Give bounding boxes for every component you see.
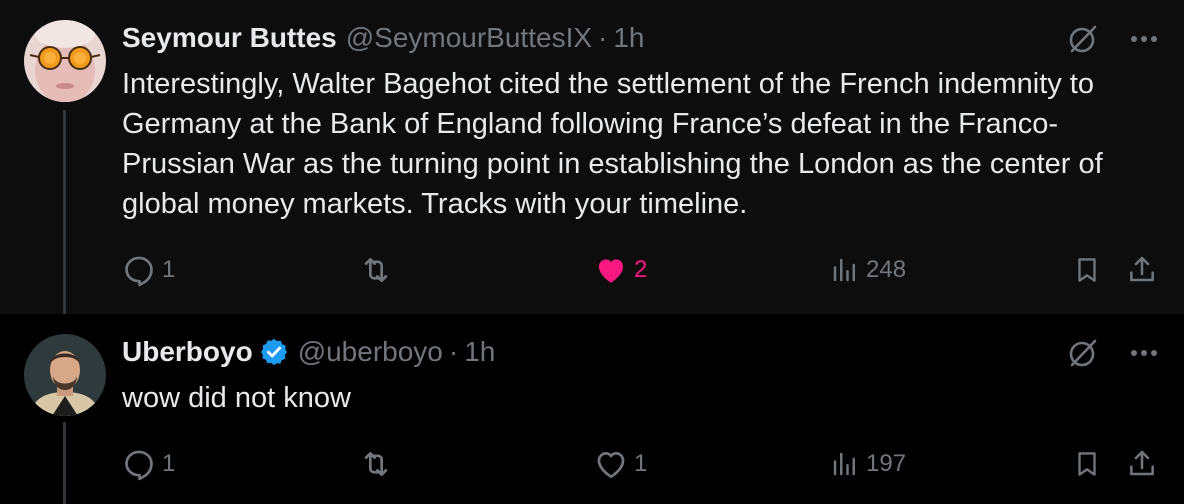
avatar[interactable] — [24, 20, 106, 102]
like-button[interactable]: 1 — [594, 446, 647, 482]
tweet-actions: 1 2 248 — [122, 252, 1158, 288]
avatar[interactable] — [24, 334, 106, 416]
reply-button[interactable]: 1 — [122, 446, 175, 482]
share-button[interactable] — [1126, 446, 1158, 482]
share-button[interactable] — [1126, 252, 1158, 288]
separator-dot: · — [598, 22, 608, 53]
separator-dot: · — [448, 336, 459, 367]
bookmark-icon — [1078, 452, 1096, 476]
thread-line — [63, 422, 66, 504]
share-icon — [1130, 256, 1154, 282]
heart-icon — [597, 452, 625, 479]
tweet-actions: 1 1 197 — [122, 446, 1158, 482]
more-icon[interactable] — [1130, 35, 1158, 43]
views-count: 197 — [866, 450, 907, 477]
tweet-uberboyo[interactable]: Uberboyo @uberboyo · 1h wow did not know… — [0, 314, 1184, 504]
like-count: 2 — [634, 256, 648, 283]
reply-button[interactable]: 1 — [122, 252, 175, 288]
grok-icon[interactable] — [1066, 336, 1100, 370]
timestamp[interactable]: 1h — [464, 336, 495, 368]
bookmark-icon — [1078, 258, 1096, 282]
repost-button[interactable] — [358, 252, 400, 288]
timestamp[interactable]: 1h — [613, 22, 644, 54]
repost-button[interactable] — [358, 446, 400, 482]
avatar-image — [24, 20, 106, 102]
heart-icon — [598, 259, 624, 283]
views-button[interactable]: 248 — [830, 252, 906, 288]
reply-count: 1 — [162, 256, 176, 283]
like-button[interactable]: 2 — [594, 252, 647, 288]
thread-line — [63, 110, 66, 314]
repost-icon — [364, 258, 388, 282]
bookmark-button[interactable] — [1072, 252, 1102, 288]
views-button[interactable]: 197 — [830, 446, 906, 482]
user-handle[interactable]: @uberboyo — [298, 336, 443, 368]
tweet-seymour-buttes[interactable]: Seymour Buttes @SeymourButtesIX · 1h Int… — [0, 0, 1184, 314]
tweet-top-actions — [1066, 336, 1158, 370]
views-count: 248 — [866, 256, 907, 283]
more-icon[interactable] — [1130, 349, 1158, 357]
grok-icon[interactable] — [1066, 22, 1100, 56]
user-handle[interactable]: @SeymourButtesIX — [346, 22, 592, 54]
reply-count: 1 — [162, 450, 176, 477]
reply-icon — [125, 450, 153, 481]
views-icon — [833, 452, 855, 476]
tweet-header: Uberboyo @uberboyo · 1h — [122, 336, 495, 368]
tweet-text: Interestingly, Walter Bagehot cited the … — [122, 68, 1103, 220]
display-name[interactable]: Seymour Buttes — [122, 22, 337, 54]
share-icon — [1130, 450, 1154, 476]
tweet-header: Seymour Buttes @SeymourButtesIX · 1h — [122, 22, 645, 54]
tweet-top-actions — [1066, 22, 1158, 56]
avatar-image — [24, 334, 106, 416]
display-name[interactable]: Uberboyo — [122, 336, 253, 368]
like-count: 1 — [634, 450, 648, 477]
views-icon — [833, 258, 855, 282]
verified-badge-icon[interactable] — [259, 337, 289, 367]
tweet-text: wow did not know — [122, 382, 351, 414]
reply-icon — [125, 256, 153, 287]
bookmark-button[interactable] — [1072, 446, 1102, 482]
repost-icon — [364, 452, 388, 476]
